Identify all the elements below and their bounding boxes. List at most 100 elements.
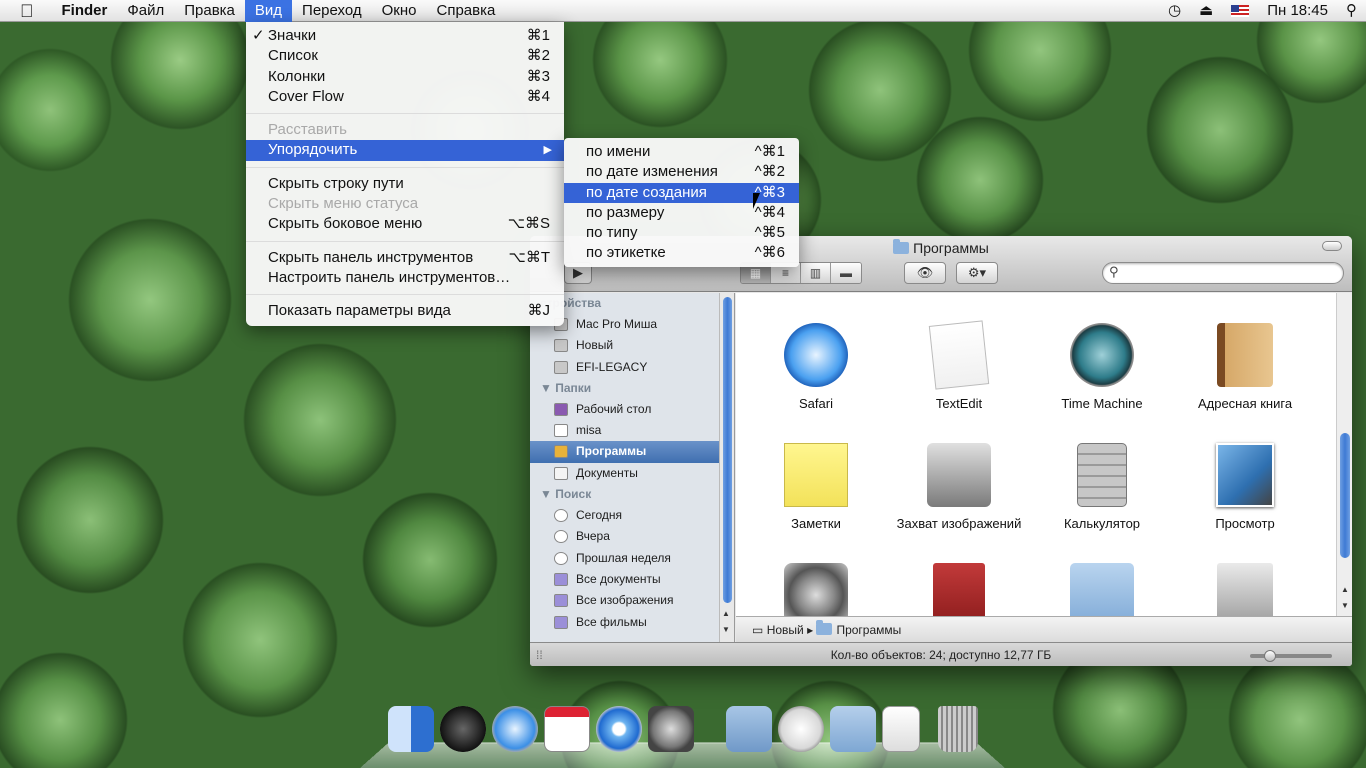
content-scrollbar[interactable]: ▲ ▼	[1336, 293, 1352, 616]
menu-item-label: Показать параметры вида	[268, 302, 451, 320]
apple-menu-icon[interactable]: 	[0, 0, 52, 22]
sidebar-item-label: Сегодня	[576, 508, 622, 523]
applications-icon	[554, 445, 568, 459]
pdf-document-icon[interactable]	[882, 706, 920, 752]
sidebar-item-efi-legacy[interactable]: EFI-LEGACY	[530, 357, 734, 378]
sidebar-item-all-images[interactable]: Все изображения	[530, 590, 734, 611]
trash-icon[interactable]	[938, 706, 978, 752]
app-textedit[interactable]: TextEdit	[894, 320, 1024, 412]
sidebar-item-documents[interactable]: Документы	[530, 463, 734, 484]
menu-help[interactable]: Справка	[426, 0, 505, 22]
app-label: Захват изображений	[896, 516, 1022, 531]
eject-icon[interactable]: ⏏	[1190, 0, 1222, 22]
finder-icon[interactable]	[388, 706, 434, 752]
menu-go[interactable]: Переход	[292, 0, 372, 22]
sort-by-date-modified[interactable]: по дате изменения ^⌘2	[564, 162, 799, 182]
sidebar-item-disk-new[interactable]: Новый	[530, 335, 734, 356]
scrollbar-thumb[interactable]	[1340, 433, 1350, 558]
toolbar-toggle-button[interactable]	[1322, 241, 1342, 251]
app-stickies[interactable]: Заметки	[751, 443, 881, 532]
scroll-up-arrow-icon[interactable]: ▲	[722, 609, 730, 618]
app-address-book[interactable]: Адресная книга	[1180, 323, 1310, 412]
scrollbar-thumb[interactable]	[723, 297, 732, 603]
menu-view[interactable]: Вид	[244, 0, 293, 22]
sort-by-name[interactable]: по имени ^⌘1	[564, 142, 799, 162]
input-source-flag-icon[interactable]	[1222, 0, 1258, 22]
spotlight-search-icon[interactable]: ⚲	[1337, 0, 1366, 22]
sidebar-item-label: EFI-LEGACY	[576, 359, 648, 374]
mouse-cursor-icon	[753, 193, 766, 209]
sidebar-item-applications[interactable]: Программы	[530, 441, 734, 463]
menu-finder[interactable]: Finder	[52, 0, 118, 22]
app-image-capture[interactable]: Захват изображений	[894, 443, 1024, 532]
app-preview[interactable]: Просмотр	[1180, 443, 1310, 532]
smart-folder-icon	[554, 615, 568, 629]
cover-flow-button[interactable]: ▬	[831, 263, 861, 283]
ical-icon[interactable]	[544, 706, 590, 752]
menu-edit[interactable]: Правка	[174, 0, 245, 22]
slider-knob[interactable]	[1264, 650, 1276, 662]
menu-item-sort-by[interactable]: Упорядочить ▶	[246, 140, 564, 161]
sidebar-item-desktop[interactable]: Рабочий стол	[530, 399, 734, 420]
app-safari[interactable]: Safari	[751, 323, 881, 412]
path-item-applications[interactable]: Программы	[836, 623, 901, 637]
time-machine-icon[interactable]: ◷	[1159, 0, 1190, 22]
dashboard-icon[interactable]	[440, 706, 486, 752]
menu-item-icons[interactable]: ✓ Значки ⌘1	[246, 26, 564, 46]
menu-item-hide-toolbar[interactable]: Скрыть панель инструментов ⌥⌘T	[246, 248, 564, 268]
shortcut: ⌘4	[526, 87, 550, 105]
menu-item-hide-path-bar[interactable]: Скрыть строку пути	[246, 174, 564, 194]
menu-item-cover-flow[interactable]: Cover Flow ⌘4	[246, 87, 564, 107]
scroll-down-arrow-icon[interactable]: ▼	[722, 625, 730, 634]
app-label: Калькулятор	[1063, 516, 1141, 531]
shortcut: ⌥⌘T	[508, 248, 550, 266]
sort-by-kind[interactable]: по типу ^⌘5	[564, 223, 799, 243]
menu-item-list[interactable]: Список ⌘2	[246, 46, 564, 66]
airport-wifi-icon[interactable]	[778, 706, 824, 752]
sidebar-item-today[interactable]: Сегодня	[530, 505, 734, 526]
path-item-disk[interactable]: Новый	[767, 623, 804, 637]
menu-window[interactable]: Окно	[372, 0, 427, 22]
app-calculator[interactable]: Калькулятор	[1037, 443, 1167, 532]
sidebar-item-past-week[interactable]: Прошлая неделя	[530, 548, 734, 569]
scroll-up-arrow-icon[interactable]: ▲	[1341, 585, 1349, 594]
sidebar-item-all-documents[interactable]: Все документы	[530, 569, 734, 590]
shortcut: ^⌘6	[754, 244, 785, 262]
resize-handle-icon[interactable]: ⁞⁞	[536, 643, 543, 666]
sidebar-item-yesterday[interactable]: Вчера	[530, 526, 734, 547]
column-view-button[interactable]: ▥	[801, 263, 831, 283]
sidebar-item-home[interactable]: misa	[530, 420, 734, 441]
documents-folder-icon[interactable]	[830, 706, 876, 752]
clock-icon	[554, 530, 568, 544]
menu-item-hide-sidebar[interactable]: Скрыть боковое меню ⌥⌘S	[246, 214, 564, 234]
sidebar-header-search: ▼ Поиск	[540, 487, 592, 502]
app-font-book[interactable]	[1180, 563, 1310, 616]
sidebar-item-all-movies[interactable]: Все фильмы	[530, 612, 734, 633]
app-system-preferences[interactable]	[751, 563, 881, 616]
scroll-down-arrow-icon[interactable]: ▼	[1341, 601, 1349, 610]
sidebar-item-label: Документы	[576, 465, 638, 480]
sort-by-label[interactable]: по этикетке ^⌘6	[564, 243, 799, 263]
action-button[interactable]: ⚙▾	[956, 262, 998, 284]
menu-item-customize-toolbar[interactable]: Настроить панель инструментов…	[246, 268, 564, 288]
sidebar-scrollbar[interactable]: ▲ ▼	[719, 293, 734, 642]
search-field[interactable]: ⚲	[1102, 262, 1344, 284]
camera-icon	[927, 443, 991, 507]
safari-icon[interactable]	[492, 706, 538, 752]
app-label: TextEdit	[935, 396, 983, 411]
quick-look-button[interactable]: 👁	[904, 262, 946, 284]
applications-folder-icon[interactable]	[726, 706, 772, 752]
itunes-icon[interactable]	[596, 706, 642, 752]
app-dictionary[interactable]	[894, 563, 1024, 616]
menu-file[interactable]: Файл	[117, 0, 174, 22]
shortcut: ⌘2	[526, 47, 550, 65]
menu-item-hide-status-bar: Скрыть меню статуса	[246, 194, 564, 214]
app-time-machine[interactable]: Time Machine	[1037, 323, 1167, 412]
app-utilities-folder[interactable]	[1037, 563, 1167, 616]
clock[interactable]: Пн 18:45	[1258, 0, 1337, 22]
menu-item-show-view-options[interactable]: Показать параметры вида ⌘J	[246, 301, 564, 321]
dictionary-icon	[933, 563, 985, 616]
icon-size-slider[interactable]	[1250, 650, 1332, 662]
menu-item-columns[interactable]: Колонки ⌘3	[246, 67, 564, 87]
system-preferences-icon[interactable]	[648, 706, 694, 752]
